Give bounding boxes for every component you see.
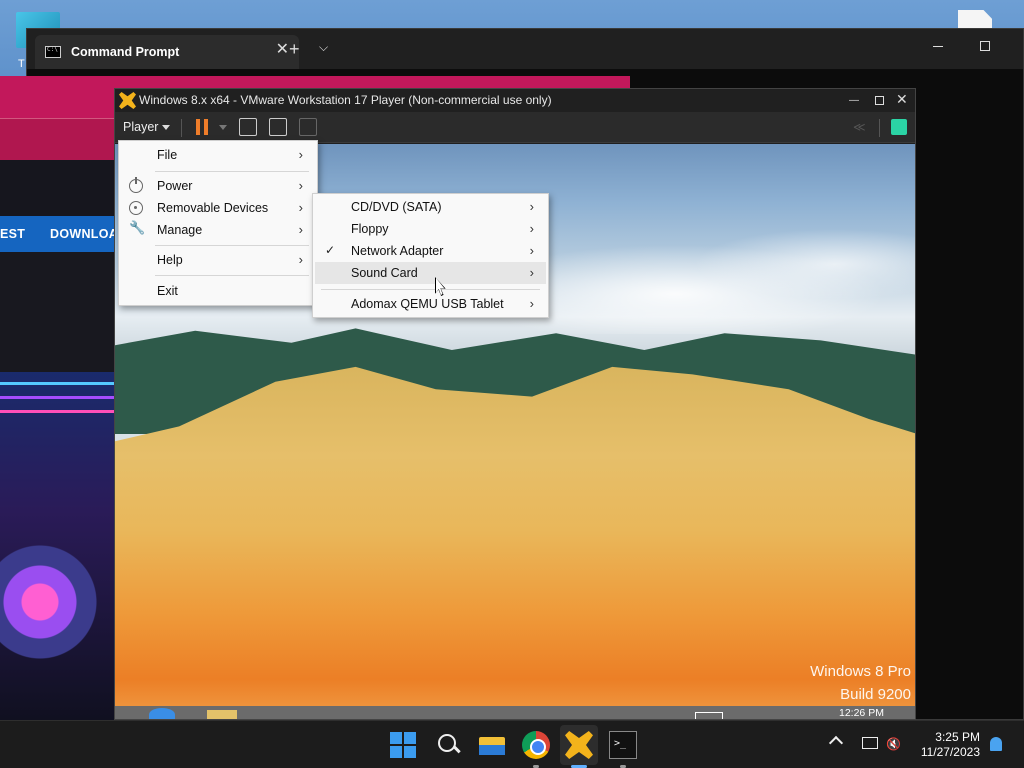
menu-item-exit[interactable]: Exit xyxy=(121,280,315,302)
menu-item-label: Power xyxy=(157,179,193,193)
network-icon[interactable] xyxy=(862,737,878,749)
start-icon[interactable] xyxy=(389,731,417,759)
taskbar: 🔇 3:25 PM 11/27/2023 xyxy=(0,720,1024,768)
chevron-right-icon: › xyxy=(529,296,534,311)
chevron-right-icon: › xyxy=(298,252,303,267)
wrench-icon: 🔧 xyxy=(129,220,146,235)
vmware-toolbar: Player ≪ xyxy=(115,112,915,143)
vmware-close-button[interactable]: ✕ xyxy=(896,91,908,108)
vmware-minimize-button[interactable]: — xyxy=(849,95,859,106)
nav-link-download[interactable]: DOWNLOA xyxy=(50,227,118,241)
file-explorer-icon[interactable] xyxy=(478,731,506,759)
chevron-right-icon: › xyxy=(298,147,303,162)
notification-bell-icon[interactable] xyxy=(990,737,1002,751)
toolbar-divider xyxy=(181,119,182,137)
chevron-right-icon: › xyxy=(298,222,303,237)
disc-icon xyxy=(129,201,143,215)
submenu-item-floppy[interactable]: Floppy › xyxy=(315,218,546,240)
menu-separator xyxy=(321,289,540,290)
menu-item-label: Exit xyxy=(157,284,178,298)
chevron-down-icon xyxy=(162,125,171,131)
keyboard-icon[interactable] xyxy=(695,712,723,719)
search-icon[interactable] xyxy=(435,731,463,759)
library-icon[interactable] xyxy=(891,119,907,135)
vmware-titlebar: Windows 8.x x64 - VMware Workstation 17 … xyxy=(115,89,915,112)
terminal-tabbar: Command Prompt ✕ + ⌵ xyxy=(27,29,1023,69)
chevron-right-icon: › xyxy=(298,200,303,215)
volume-muted-icon[interactable]: 🔇 xyxy=(886,737,901,751)
chevron-right-icon: › xyxy=(529,265,534,280)
chevron-right-icon: › xyxy=(529,221,534,236)
vmware-logo-icon xyxy=(119,92,136,109)
chevron-right-icon: › xyxy=(298,178,303,193)
system-clock[interactable]: 3:25 PM 11/27/2023 xyxy=(910,730,980,760)
menu-item-label: Removable Devices xyxy=(157,201,269,215)
fullscreen-icon[interactable] xyxy=(269,118,287,136)
power-options-chevron-icon[interactable] xyxy=(219,125,227,130)
terminal-icon[interactable] xyxy=(609,731,637,759)
player-menu-button[interactable]: Player xyxy=(119,116,174,139)
checkmark-icon: ✓ xyxy=(325,243,336,257)
cmd-icon xyxy=(45,46,61,58)
new-tab-button[interactable]: + xyxy=(289,40,300,58)
wallpaper-painted-hills xyxy=(115,366,915,719)
maximize-button[interactable] xyxy=(980,41,990,51)
nav-link-best[interactable]: EST xyxy=(0,227,25,241)
submenu-item-label: CD/DVD (SATA) xyxy=(351,200,442,214)
chevron-right-icon: › xyxy=(529,199,534,214)
submenu-item-label: Network Adapter xyxy=(351,244,444,258)
guest-os-watermark: Windows 8 Pro Build 9200 xyxy=(810,660,911,706)
submenu-item-label: Floppy xyxy=(351,222,389,236)
menu-separator xyxy=(155,171,309,172)
toolbar-divider xyxy=(879,119,880,137)
desktop-shortcut-label: T xyxy=(18,58,25,70)
player-menu-label: Player xyxy=(123,120,159,134)
clock-date: 11/27/2023 xyxy=(920,745,980,759)
show-hidden-icons-chevron-icon[interactable] xyxy=(828,735,844,751)
pause-icon[interactable] xyxy=(195,119,209,135)
submenu-item-usb-tablet[interactable]: Adomax QEMU USB Tablet › xyxy=(315,293,546,315)
menu-item-removable-devices[interactable]: Removable Devices › xyxy=(121,197,315,219)
unity-mode-icon[interactable] xyxy=(299,118,317,136)
menu-item-label: File xyxy=(157,148,178,162)
vmware-maximize-button[interactable] xyxy=(875,96,884,105)
minimize-button[interactable] xyxy=(931,39,945,53)
submenu-item-network-adapter[interactable]: ✓ Network Adapter › xyxy=(315,240,546,262)
back-icon[interactable]: ≪ xyxy=(853,120,866,134)
close-tab-icon[interactable]: ✕ xyxy=(276,41,289,59)
menu-item-label: Manage xyxy=(157,223,203,237)
guest-taskbar: 12:26 PM xyxy=(115,706,915,719)
terminal-tab-title: Command Prompt xyxy=(71,45,180,59)
vmware-title: Windows 8.x x64 - VMware Workstation 17 … xyxy=(139,93,552,107)
menu-item-label: Help xyxy=(157,253,183,267)
menu-item-power[interactable]: Power › xyxy=(121,175,315,197)
guest-os-build: Build 9200 xyxy=(840,686,911,703)
folder-icon[interactable] xyxy=(207,710,237,719)
tab-command-prompt[interactable]: Command Prompt ✕ xyxy=(35,35,299,69)
submenu-item-label: Adomax QEMU USB Tablet xyxy=(351,297,504,311)
player-menu: File › Power › Removable Devices › 🔧 Man… xyxy=(118,140,318,306)
chrome-icon[interactable] xyxy=(522,731,550,759)
submenu-item-sound-card[interactable]: Sound Card › xyxy=(315,262,546,284)
submenu-item-label: Sound Card xyxy=(351,266,418,280)
removable-devices-submenu: CD/DVD (SATA) › Floppy › ✓ Network Adapt… xyxy=(312,193,549,318)
power-icon xyxy=(129,177,143,193)
clock-time: 3:25 PM xyxy=(935,730,980,744)
menu-item-manage[interactable]: 🔧 Manage › xyxy=(121,219,315,241)
tab-dropdown-button[interactable]: ⌵ xyxy=(319,40,328,55)
guest-clock: 12:26 PM xyxy=(839,707,884,719)
submenu-item-cd-dvd[interactable]: CD/DVD (SATA) › xyxy=(315,196,546,218)
menu-item-file[interactable]: File › xyxy=(121,144,315,166)
menu-separator xyxy=(155,245,309,246)
guest-os-name: Windows 8 Pro xyxy=(810,663,911,680)
menu-separator xyxy=(155,275,309,276)
rgb-fan-image xyxy=(0,372,116,720)
menu-item-help[interactable]: Help › xyxy=(121,249,315,271)
internet-explorer-icon[interactable] xyxy=(149,708,175,719)
chevron-right-icon: › xyxy=(529,243,534,258)
send-ctrl-alt-del-icon[interactable] xyxy=(239,118,257,136)
